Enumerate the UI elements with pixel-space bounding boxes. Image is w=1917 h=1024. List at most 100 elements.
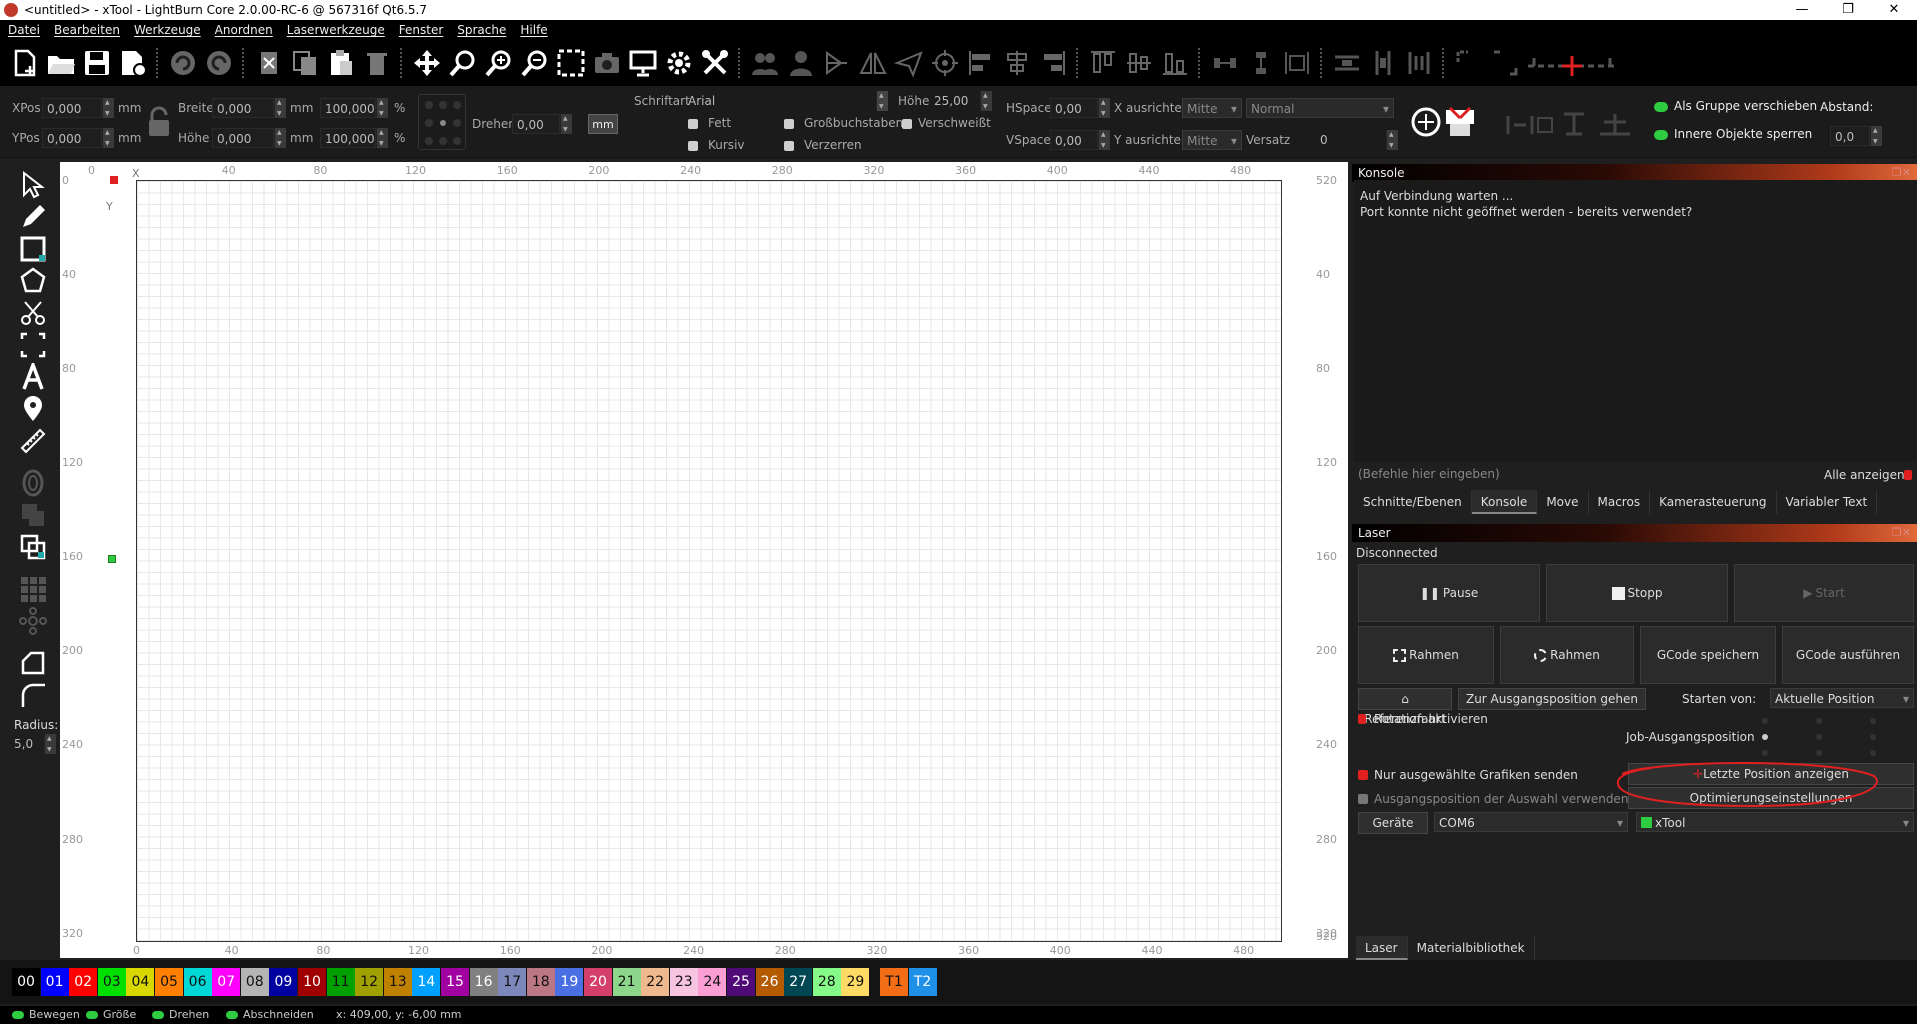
- home-button[interactable]: ⌂ Referenzfahrt: [1358, 688, 1452, 726]
- layer-swatch-08[interactable]: 08: [240, 968, 269, 996]
- frame-tool-icon[interactable]: [18, 330, 48, 360]
- layer-swatch-17[interactable]: 17: [498, 968, 527, 996]
- import-icon[interactable]: [252, 46, 286, 80]
- align-top-icon[interactable]: [1086, 46, 1120, 80]
- layer-swatch-t1[interactable]: T1: [880, 968, 908, 996]
- height-input[interactable]: 0,000: [212, 128, 274, 148]
- rotate-status-toggle[interactable]: [152, 1011, 164, 1019]
- scale-width-spinner[interactable]: [376, 98, 388, 118]
- dock-icon[interactable]: [1280, 46, 1314, 80]
- hspace-input[interactable]: 0,00: [1050, 98, 1098, 118]
- layer-swatch-06[interactable]: 06: [183, 968, 212, 996]
- width-input[interactable]: 0,000: [212, 98, 274, 118]
- layer-swatch-03[interactable]: 03: [97, 968, 126, 996]
- circular-array-icon[interactable]: [18, 606, 48, 636]
- text-tool-icon[interactable]: [18, 362, 48, 392]
- ypos-spinner[interactable]: [102, 128, 114, 148]
- layer-swatch-24[interactable]: 24: [698, 968, 727, 996]
- boolean-union-icon[interactable]: [18, 500, 48, 530]
- layer-swatch-18[interactable]: 18: [526, 968, 555, 996]
- layer-swatch-29[interactable]: 29: [841, 968, 870, 996]
- new-file-icon[interactable]: [8, 46, 42, 80]
- xalign-select[interactable]: Mitte: [1182, 98, 1242, 119]
- rectangle-tool-icon[interactable]: [18, 234, 48, 264]
- stop-button[interactable]: Stopp: [1546, 564, 1728, 622]
- menu-werkzeuge[interactable]: Werkzeuge: [134, 23, 201, 37]
- lock-icon[interactable]: [146, 106, 172, 138]
- layer-swatch-28[interactable]: 28: [812, 968, 841, 996]
- menu-sprache[interactable]: Sprache: [457, 23, 506, 37]
- layer-swatch-15[interactable]: 15: [441, 968, 469, 996]
- distance-spinner[interactable]: [1870, 126, 1882, 146]
- tab-cuts-layers[interactable]: Schnitte/Ebenen: [1354, 490, 1472, 514]
- select-frame-icon[interactable]: [554, 46, 588, 80]
- cut-status-toggle[interactable]: [226, 1011, 238, 1019]
- tab-material-library[interactable]: Materialbibliothek: [1408, 936, 1535, 960]
- welded-checkbox[interactable]: [902, 119, 912, 129]
- use-selection-origin-checkbox[interactable]: [1358, 794, 1368, 804]
- layer-swatch-02[interactable]: 02: [69, 968, 98, 996]
- offset-tool-icon[interactable]: [18, 468, 48, 498]
- tab-console[interactable]: Konsole: [1471, 490, 1538, 514]
- mirror-icon[interactable]: [856, 46, 890, 80]
- run-gcode-button[interactable]: GCode ausführen: [1782, 626, 1914, 684]
- redo-icon[interactable]: [202, 46, 236, 80]
- port-select[interactable]: COM6: [1434, 812, 1628, 833]
- node-tools-icon[interactable]: [1504, 108, 1636, 140]
- maximize-button[interactable]: ❐: [1825, 0, 1871, 20]
- layer-swatch-13[interactable]: 13: [383, 968, 412, 996]
- layer-swatch-07[interactable]: 07: [212, 968, 241, 996]
- align-center-icon[interactable]: [1000, 46, 1034, 80]
- open-folder-icon[interactable]: [44, 46, 78, 80]
- layer-swatch-27[interactable]: 27: [784, 968, 813, 996]
- distribute-v-icon[interactable]: [1244, 46, 1278, 80]
- target-icon[interactable]: [928, 46, 962, 80]
- camera-icon[interactable]: [590, 46, 624, 80]
- menu-datei[interactable]: Datei: [8, 23, 40, 37]
- scale-height-spinner[interactable]: [376, 128, 388, 148]
- yalign-select[interactable]: Mitte: [1182, 130, 1242, 151]
- settings-icon[interactable]: [662, 46, 696, 80]
- zoom-in-icon[interactable]: [482, 46, 516, 80]
- distribute-h-icon[interactable]: [1208, 46, 1242, 80]
- menu-fenster[interactable]: Fenster: [399, 23, 444, 37]
- layer-swatch-16[interactable]: 16: [469, 968, 498, 996]
- layer-swatch-t2[interactable]: T2: [908, 968, 937, 996]
- tab-variable-text[interactable]: Variabler Text: [1777, 490, 1878, 514]
- font-height-spinner[interactable]: [980, 91, 992, 111]
- origin-selector[interactable]: [418, 94, 466, 150]
- menu-anordnen[interactable]: Anordnen: [215, 23, 273, 37]
- caps-checkbox[interactable]: [784, 119, 794, 129]
- design-canvas[interactable]: 0 40 80 120 160 200 240 280 320 360 400 440 480 0 40 8…: [60, 162, 1348, 958]
- show-all-checkbox[interactable]: [1904, 470, 1912, 480]
- xpos-spinner[interactable]: [102, 98, 114, 118]
- vspace-input[interactable]: 0,00: [1050, 130, 1098, 150]
- hspace-spinner[interactable]: [1098, 98, 1110, 118]
- go-to-origin-button[interactable]: Zur Ausgangsposition gehen: [1458, 688, 1646, 710]
- font-height-input[interactable]: 25,00: [930, 91, 980, 111]
- bracket-icon[interactable]: [1402, 46, 1436, 80]
- font-dropdown-arrow[interactable]: [876, 91, 888, 111]
- scale-height-input[interactable]: 100,000: [320, 128, 376, 148]
- crosshair-icon[interactable]: [1524, 46, 1620, 80]
- delete-icon[interactable]: [360, 46, 394, 80]
- font-select[interactable]: Arial: [684, 91, 876, 111]
- align-right-icon[interactable]: [1036, 46, 1070, 80]
- layer-swatch-25[interactable]: 25: [727, 968, 755, 996]
- corner-icon[interactable]: [1452, 46, 1486, 80]
- tab-laser[interactable]: Laser: [1356, 936, 1408, 960]
- minimize-button[interactable]: —: [1779, 0, 1825, 20]
- save-as-icon[interactable]: [116, 46, 150, 80]
- corner-radius-icon[interactable]: [18, 680, 48, 710]
- distance-input[interactable]: 0,0: [1830, 126, 1870, 146]
- device-select[interactable]: xTool: [1636, 812, 1914, 833]
- radius-spinner[interactable]: [44, 734, 56, 754]
- only-selected-checkbox[interactable]: [1358, 770, 1368, 780]
- start-button[interactable]: ▶ Start: [1734, 564, 1914, 622]
- polygon-tool-icon[interactable]: [18, 266, 48, 296]
- position-marker-icon[interactable]: [18, 394, 48, 424]
- vspace-spinner[interactable]: [1098, 130, 1110, 150]
- tab-move[interactable]: Move: [1537, 490, 1589, 514]
- rotate-input[interactable]: 0,00: [512, 114, 560, 134]
- select-tool-icon[interactable]: [18, 170, 48, 200]
